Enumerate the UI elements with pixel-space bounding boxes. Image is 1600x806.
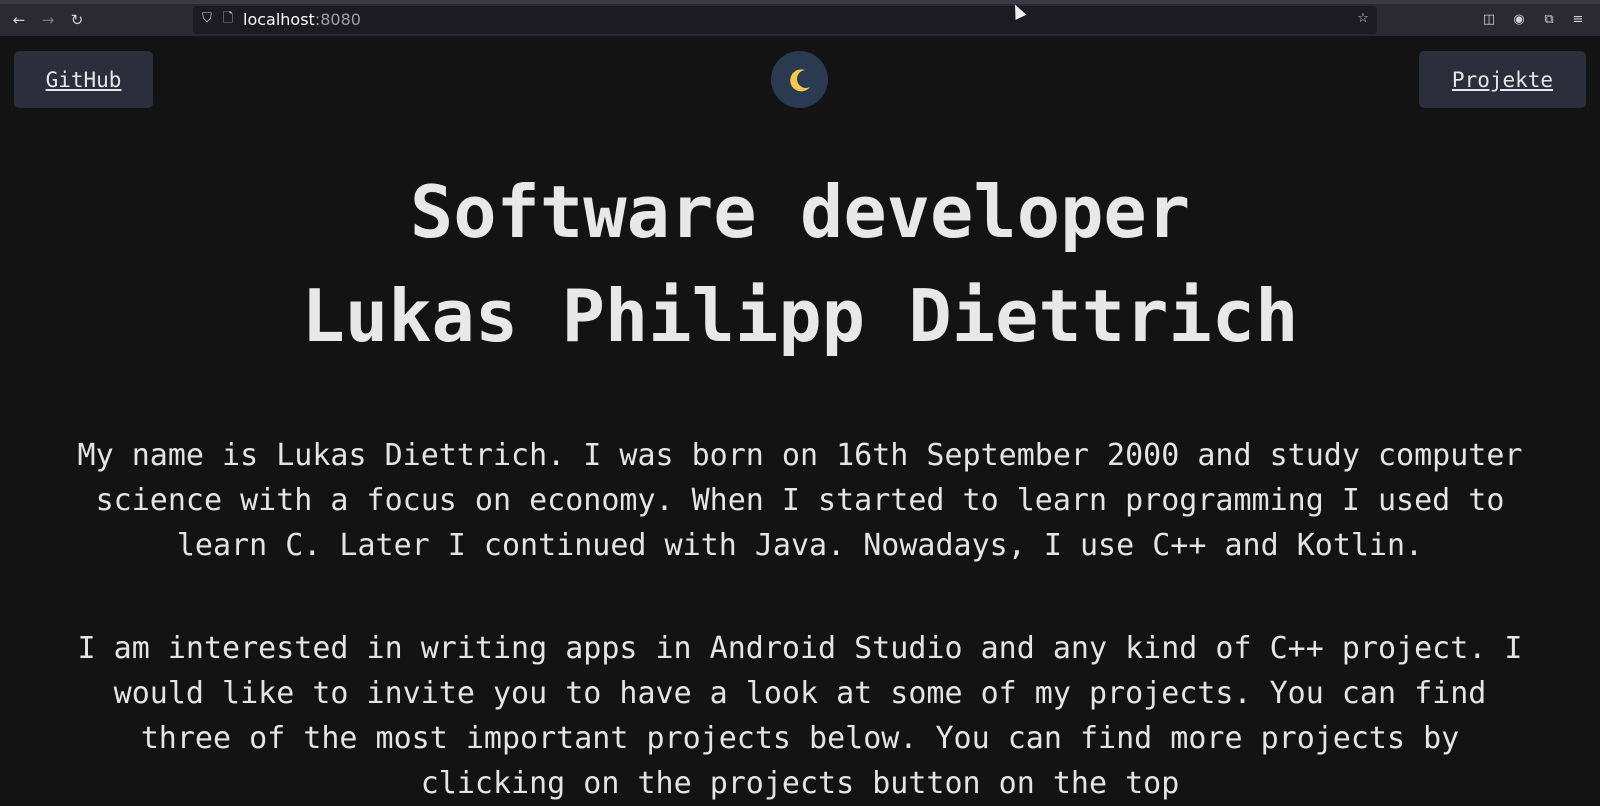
page-title: Software developer Lukas Philipp Diettri… [0,160,1600,368]
github-button[interactable]: GitHub [14,51,153,108]
about-paragraph-1: My name is Lukas Diettrich. I was born o… [77,438,1523,563]
bookmark-star-icon[interactable]: ☆ [1353,9,1373,29]
title-line-1: Software developer [409,170,1191,254]
projects-button[interactable]: Projekte [1419,51,1586,108]
extensions-icon[interactable]: ⧉ [1539,10,1559,30]
moon-icon [789,68,810,91]
browser-toolbar: ← → ↻ ⛉ 🗋 localhost:8080 ☆ ◫ ◉ ⧉ ≡ [0,0,1600,36]
theme-toggle-button[interactable] [771,51,828,108]
reload-icon[interactable]: ↻ [66,9,88,31]
back-icon[interactable]: ← [8,9,30,31]
title-line-2: Lukas Philipp Diettrich [301,274,1299,358]
url-text[interactable]: localhost:8080 [243,6,361,34]
address-bar[interactable]: ⛉ 🗋 localhost:8080 ☆ [193,6,1377,34]
pocket-icon[interactable]: ◫ [1479,10,1499,30]
about-paragraph-2: I am interested in writing apps in Andro… [77,631,1523,801]
page-icon: 🗋 [222,11,234,26]
shield-icon[interactable]: ⛉ [197,9,217,29]
account-icon[interactable]: ◉ [1509,10,1529,30]
menu-icon[interactable]: ≡ [1568,10,1588,30]
forward-icon[interactable]: → [37,9,59,31]
